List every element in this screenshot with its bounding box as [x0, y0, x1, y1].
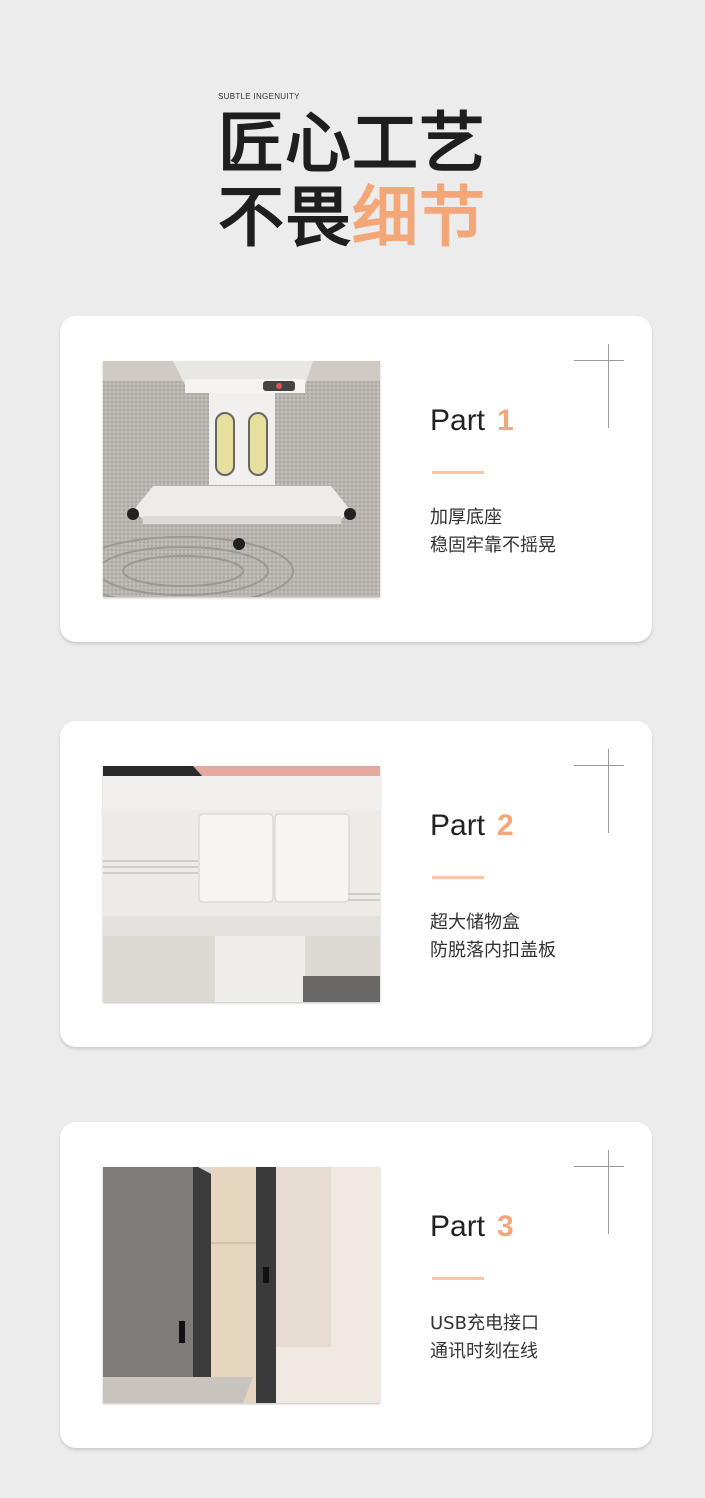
title-line-1: 匠心工艺: [218, 105, 486, 182]
cross-decoration-vertical: [608, 749, 609, 833]
part-label: Part: [430, 404, 486, 437]
part-label: Part: [430, 809, 486, 842]
subtitle: SUBTLE INGENUITY: [218, 92, 300, 101]
part-heading: Part 1: [430, 404, 514, 438]
desc-line-1: USB充电接口: [430, 1313, 539, 1334]
storage-drawer-photo: [103, 766, 380, 1002]
part-heading: Part 2: [430, 809, 514, 843]
desc-line-2: 防脱落内扣盖板: [430, 940, 556, 961]
accent-bar: [432, 876, 484, 879]
pedestal-base-photo: [103, 361, 380, 597]
accent-bar: [432, 1277, 484, 1280]
part-description: 超大储物盒 防脱落内扣盖板: [430, 909, 556, 965]
feature-card-1: Part 1 加厚底座 稳固牢靠不摇晃: [60, 316, 652, 642]
part-description: USB充电接口 通讯时刻在线: [430, 1310, 539, 1366]
cross-decoration-horizontal: [574, 360, 624, 361]
title-accent: 细节: [352, 179, 486, 256]
part-label: Part: [430, 1210, 486, 1243]
part-number: 3: [497, 1210, 514, 1243]
part-description: 加厚底座 稳固牢靠不摇晃: [430, 504, 556, 560]
header: SUBTLE INGENUITY 匠心工艺 不畏细节: [218, 92, 486, 255]
feature-card-3: Part 3 USB充电接口 通讯时刻在线: [60, 1122, 652, 1448]
desc-line-2: 稳固牢靠不摇晃: [430, 535, 556, 556]
title-plain: 不畏: [218, 179, 352, 256]
cross-decoration-vertical: [608, 344, 609, 428]
part-heading: Part 3: [430, 1210, 514, 1244]
cross-decoration-horizontal: [574, 1166, 624, 1167]
feature-card-2: Part 2 超大储物盒 防脱落内扣盖板: [60, 721, 652, 1047]
part-number: 1: [497, 404, 514, 437]
usb-port-photo: [103, 1167, 380, 1403]
title-line-2: 不畏细节: [218, 181, 486, 255]
accent-bar: [432, 471, 484, 474]
part-number: 2: [497, 809, 514, 842]
desc-line-1: 加厚底座: [430, 507, 502, 528]
cross-decoration-horizontal: [574, 765, 624, 766]
desc-line-2: 通讯时刻在线: [430, 1341, 538, 1362]
desc-line-1: 超大储物盒: [430, 912, 520, 933]
cross-decoration-vertical: [608, 1150, 609, 1234]
